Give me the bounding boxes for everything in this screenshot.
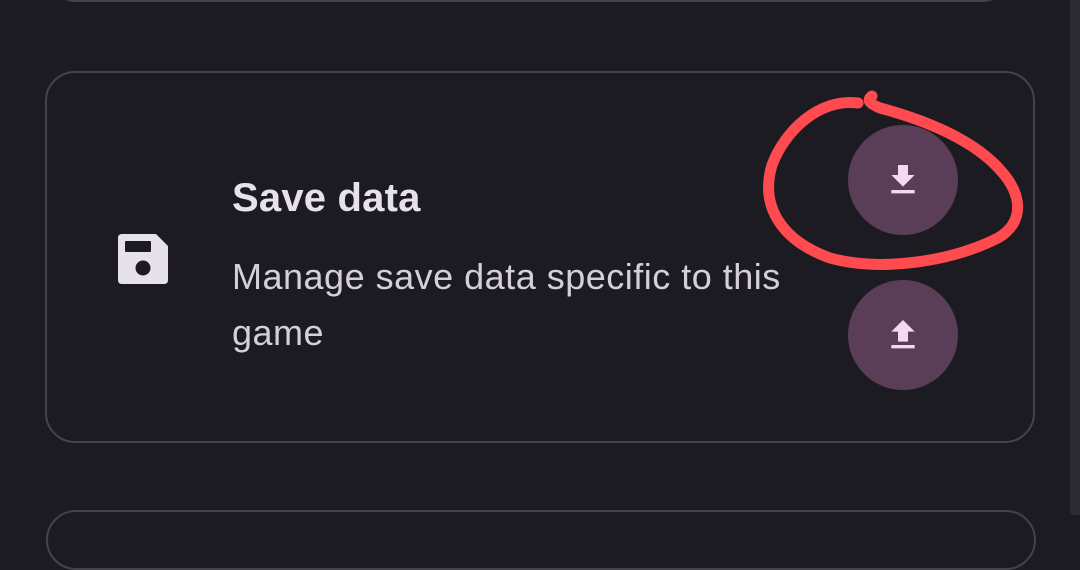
save-data-description: Manage save data specific to this game	[232, 256, 781, 353]
download-icon	[891, 165, 915, 194]
save-icon	[118, 234, 168, 284]
scrollbar[interactable]	[1070, 0, 1080, 515]
export-save-button[interactable]	[848, 125, 958, 235]
import-save-button[interactable]	[848, 280, 958, 390]
next-settings-card	[46, 510, 1036, 570]
previous-settings-card	[46, 0, 1012, 2]
upload-icon	[891, 320, 915, 349]
save-data-title: Save data	[232, 176, 421, 220]
